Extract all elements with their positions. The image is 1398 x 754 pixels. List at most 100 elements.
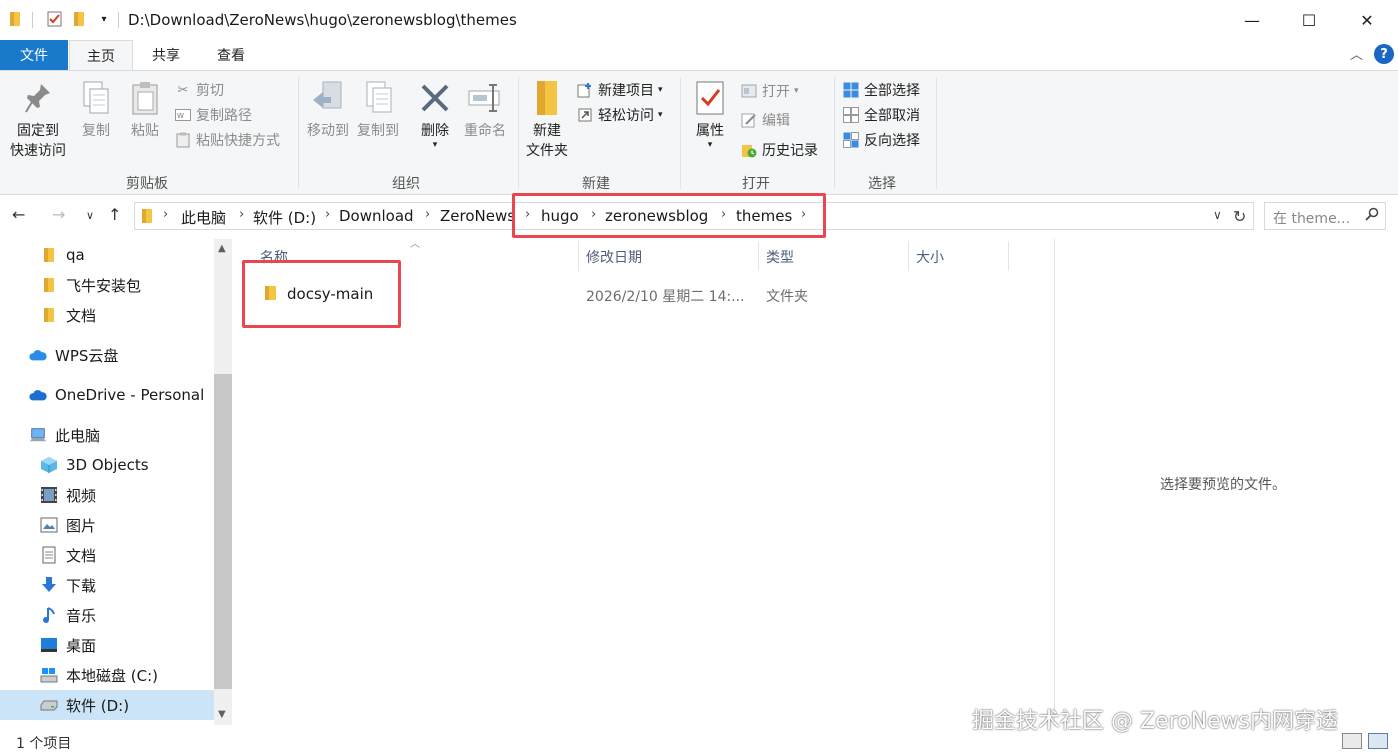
edit-button[interactable]: 编辑 <box>740 109 790 131</box>
up-arrow-icon[interactable]: ↑ <box>108 205 121 224</box>
back-arrow-icon[interactable]: ← <box>12 205 25 224</box>
refresh-icon[interactable]: ↻ <box>1233 207 1246 226</box>
select-none-button[interactable]: 全部取消 <box>842 104 920 126</box>
maximize-button[interactable]: ☐ <box>1280 0 1338 40</box>
paste-button[interactable]: 粘贴 <box>122 77 168 141</box>
rename-button[interactable]: 重命名 <box>460 77 510 141</box>
sidebar-item-videos[interactable]: 视频 <box>0 480 214 510</box>
easy-access-button[interactable]: 轻松访问 ▾ <box>576 104 663 126</box>
dropdown-icon: ▾ <box>794 86 799 96</box>
breadcrumb-item[interactable]: 软件 (D:) <box>253 207 316 228</box>
copy-label: 复制 <box>82 123 110 139</box>
open-label: 打开 <box>762 84 790 100</box>
recent-locations-icon[interactable]: ∨ <box>86 209 94 222</box>
details-view-icon[interactable] <box>1342 733 1362 749</box>
sidebar-item-label: OneDrive - Personal <box>55 386 205 404</box>
folder-icon <box>40 276 58 294</box>
navigation-pane: qa 飞牛安装包 文档 WPS云盘 OneDrive - Personal 此电… <box>0 239 232 725</box>
file-type: 文件夹 <box>766 289 808 305</box>
sidebar-item-downloads[interactable]: 下载 <box>0 570 214 600</box>
tab-file[interactable]: 文件 <box>0 40 68 70</box>
chevron-right-icon[interactable]: › <box>325 207 330 222</box>
sidebar-item-documents[interactable]: 文档 <box>0 540 214 570</box>
paste-shortcut-button[interactable]: 粘贴快捷方式 <box>174 129 280 151</box>
sidebar-item-documents-folder[interactable]: 文档 <box>0 300 214 330</box>
large-icons-view-icon[interactable] <box>1368 733 1388 749</box>
column-divider[interactable] <box>578 241 579 271</box>
watermark: 掘金技术社区 @ ZeroNews内网穿透 <box>972 709 1339 734</box>
copy-button[interactable]: 复制 <box>74 77 118 141</box>
cut-button[interactable]: ✂ 剪切 <box>174 79 224 101</box>
sidebar-item-qa[interactable]: qa <box>0 240 214 270</box>
new-folder-button[interactable]: 新建 文件夹 <box>522 77 572 161</box>
tab-home[interactable]: 主页 <box>69 40 133 70</box>
column-header-type[interactable]: 类型 <box>766 247 794 267</box>
search-input[interactable]: 在 theme... <box>1264 202 1386 230</box>
chevron-right-icon[interactable]: › <box>425 207 430 222</box>
column-header-size[interactable]: 大小 <box>916 247 944 267</box>
help-button[interactable]: ? <box>1374 44 1394 64</box>
copy-path-button[interactable]: W 复制路径 <box>174 104 252 126</box>
document-icon <box>40 546 58 564</box>
forward-arrow-icon[interactable]: → <box>52 205 65 224</box>
column-divider[interactable] <box>908 241 909 271</box>
scroll-down-icon[interactable]: ▼ <box>218 709 226 720</box>
sidebar-item-label: 图片 <box>66 516 97 535</box>
sidebar-item-wps-cloud[interactable]: WPS云盘 <box>0 340 214 370</box>
copy-to-button[interactable]: 复制到 <box>354 77 402 141</box>
column-divider[interactable] <box>758 241 759 271</box>
properties-button[interactable]: 属性 ▾ <box>688 77 732 150</box>
new-folder-icon[interactable] <box>72 10 88 28</box>
tab-share[interactable]: 共享 <box>134 40 198 70</box>
breadcrumb-item[interactable]: ZeroNews <box>440 207 515 225</box>
new-item-label: 新建项目 <box>598 83 654 99</box>
delete-dropdown-icon[interactable]: ▾ <box>433 141 438 150</box>
sidebar-item-drive-d[interactable]: 软件 (D:) <box>0 690 214 720</box>
properties-dropdown-icon[interactable]: ▾ <box>708 141 713 150</box>
folder-icon <box>8 10 24 28</box>
column-divider[interactable] <box>1008 241 1009 271</box>
address-dropdown-icon[interactable]: ∨ <box>1213 208 1222 222</box>
pin-label-1: 固定到 <box>17 123 59 139</box>
download-icon <box>40 576 58 594</box>
minimize-button[interactable]: — <box>1223 0 1281 40</box>
history-button[interactable]: 历史记录 <box>740 139 818 161</box>
cube-icon <box>40 456 58 474</box>
group-divider <box>834 77 835 189</box>
chevron-right-icon[interactable]: › <box>163 207 168 222</box>
collapse-ribbon-icon[interactable]: ︿ <box>1350 44 1363 63</box>
invert-selection-button[interactable]: 反向选择 <box>842 129 920 151</box>
search-icon[interactable] <box>1365 207 1379 225</box>
scroll-up-icon[interactable]: ▲ <box>218 243 226 254</box>
properties-icon[interactable] <box>46 10 62 28</box>
close-button[interactable]: ✕ <box>1338 0 1396 40</box>
sidebar-item-feiniu[interactable]: 飞牛安装包 <box>0 270 214 300</box>
sidebar-item-3d-objects[interactable]: 3D Objects <box>0 450 214 480</box>
customize-toolbar-icon[interactable]: ▾ <box>96 10 112 28</box>
divider <box>118 12 119 28</box>
drive-icon <box>40 696 58 714</box>
sidebar-item-onedrive[interactable]: OneDrive - Personal <box>0 380 214 410</box>
svg-text:W: W <box>177 112 184 120</box>
new-item-button[interactable]: 新建项目 ▾ <box>576 79 663 101</box>
breadcrumb-item[interactable]: 此电脑 <box>181 207 226 228</box>
delete-button[interactable]: 删除 ▾ <box>414 77 456 150</box>
sidebar-item-this-pc[interactable]: 此电脑 <box>0 420 214 450</box>
move-to-button[interactable]: 移动到 <box>304 77 352 141</box>
column-header-modified[interactable]: 修改日期 <box>586 247 642 267</box>
open-button[interactable]: 打开 ▾ <box>740 80 799 102</box>
sidebar-scrollbar-thumb[interactable] <box>214 374 232 689</box>
sidebar-item-local-disk-c[interactable]: 本地磁盘 (C:) <box>0 660 214 690</box>
history-icon <box>740 141 758 159</box>
sidebar-item-music[interactable]: 音乐 <box>0 600 214 630</box>
sidebar-item-desktop[interactable]: 桌面 <box>0 630 214 660</box>
chevron-right-icon[interactable]: › <box>239 207 244 222</box>
breadcrumb-item[interactable]: Download <box>339 207 414 225</box>
sidebar-item-pictures[interactable]: 图片 <box>0 510 214 540</box>
select-all-button[interactable]: 全部选择 <box>842 79 920 101</box>
pin-to-quick-access-button[interactable]: 固定到 快速访问 <box>6 77 70 161</box>
clipboard-group-label: 剪贴板 <box>126 176 168 192</box>
paste-shortcut-label: 粘贴快捷方式 <box>196 133 280 149</box>
file-modified: 2026/2/10 星期二 14:... <box>586 289 745 305</box>
tab-view[interactable]: 查看 <box>199 40 263 70</box>
